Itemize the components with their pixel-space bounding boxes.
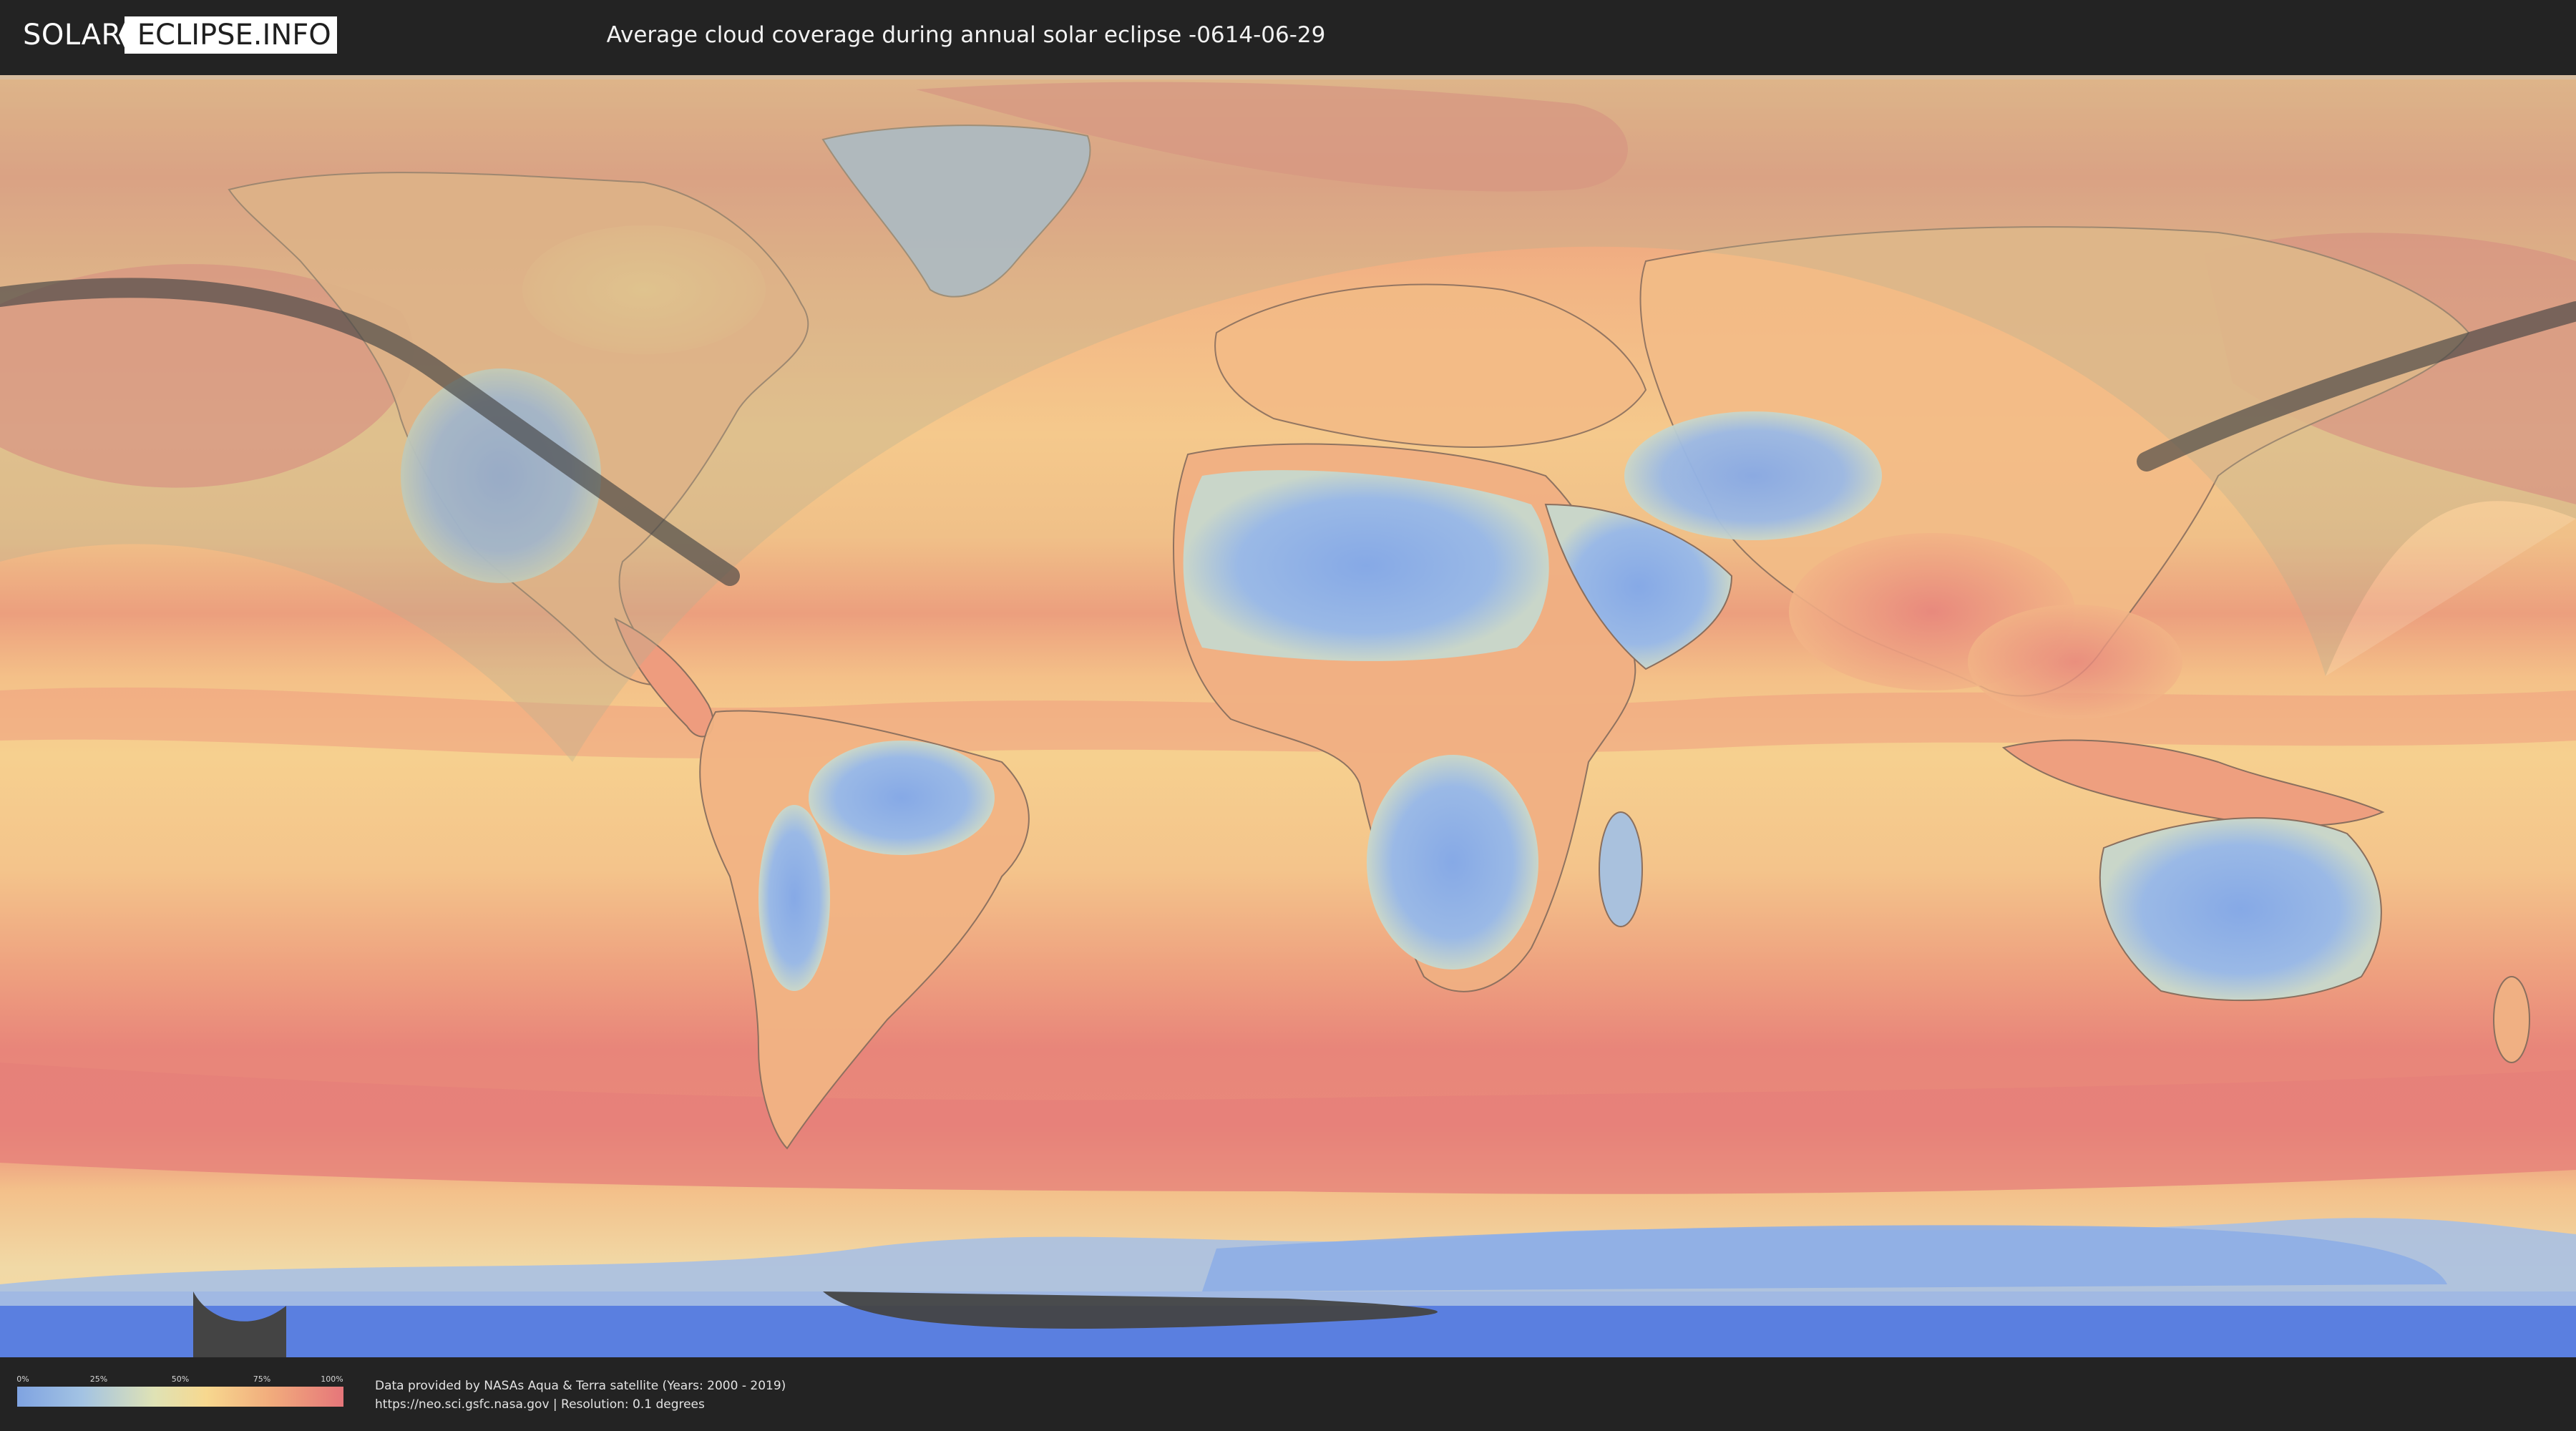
australia	[2099, 817, 2382, 1002]
page: SOLAR ECLIPSE.INFO Average cloud coverag…	[0, 0, 2576, 1431]
legend-tick-50: 50%	[171, 1374, 190, 1384]
world-map-svg	[0, 75, 2576, 1357]
central-asia-clear-region	[1624, 411, 1882, 540]
cloud-coverage-legend: 0% 25% 50% 75% 100%	[16, 1374, 343, 1411]
legend-color-bar	[17, 1387, 343, 1407]
map-top-edge	[0, 75, 2576, 79]
sahara-clear-region	[1183, 470, 1549, 661]
altiplano-clear-region	[758, 805, 830, 991]
cloud-coverage-map[interactable]	[0, 75, 2576, 1357]
data-credits: Data provided by NASAs Aqua & Terra sate…	[375, 1377, 786, 1414]
credit-line-source: Data provided by NASAs Aqua & Terra sate…	[375, 1379, 786, 1393]
new-zealand	[2493, 976, 2530, 1063]
legend-tick-25: 25%	[89, 1374, 108, 1384]
legend-tick-100: 100%	[321, 1374, 343, 1384]
legend-tick-0: 0%	[16, 1374, 29, 1384]
header-bar: SOLAR ECLIPSE.INFO Average cloud coverag…	[0, 0, 2576, 72]
credit-line-url[interactable]: https://neo.sci.gsfc.nasa.gov | Resoluti…	[375, 1395, 786, 1414]
southeast-asia-cloudy-region	[1968, 605, 2182, 719]
southern-africa-clear-region	[1367, 755, 1538, 970]
footer-bar: 0% 25% 50% 75% 100% Data provided by NAS…	[0, 1358, 2576, 1431]
amazon-clear-region	[809, 741, 995, 855]
page-title: Average cloud coverage during annual sol…	[606, 22, 1326, 48]
legend-tick-75: 75%	[253, 1374, 271, 1384]
madagascar	[1599, 811, 1643, 927]
